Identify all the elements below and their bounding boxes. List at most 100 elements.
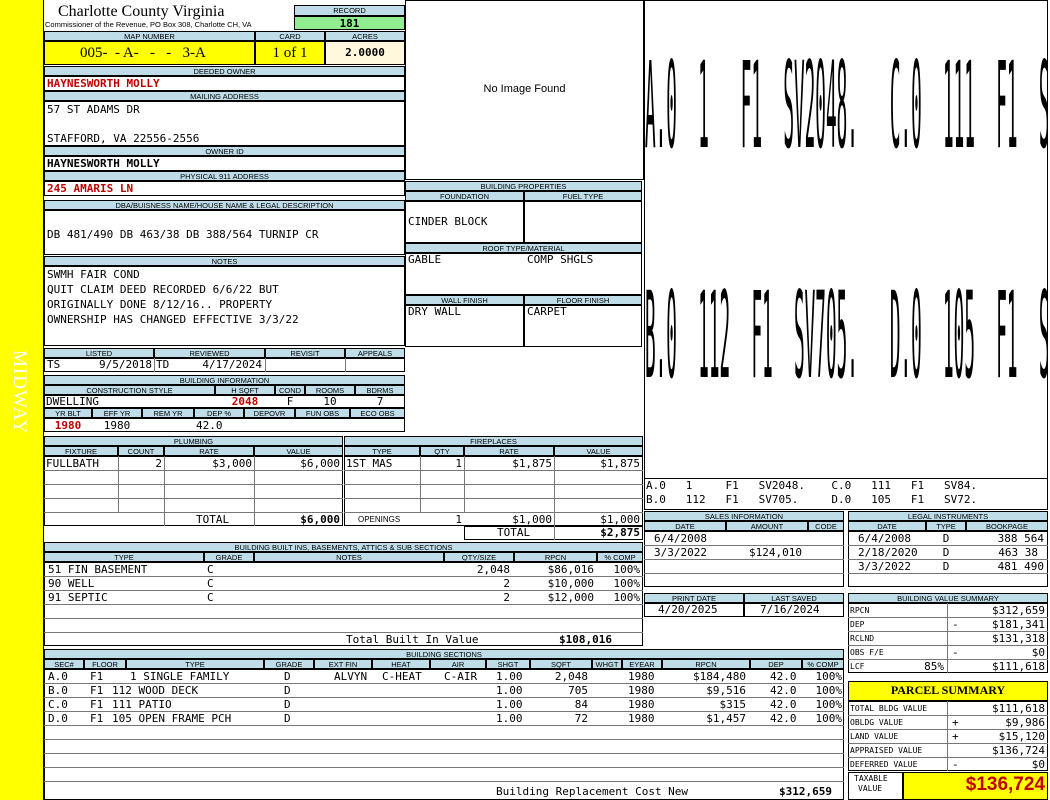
plumbing-total-label: TOTAL xyxy=(196,513,230,526)
divider xyxy=(44,484,343,485)
section-floor: F1 xyxy=(90,684,104,697)
acres-label: ACRES xyxy=(325,31,405,41)
builtins-total-label: Total Built In Value xyxy=(346,633,479,646)
fireplace-qty: 1 xyxy=(455,457,462,470)
section-eyear: 1980 xyxy=(628,670,655,683)
builtin-type: 91 SEPTIC xyxy=(48,591,108,604)
condition: F xyxy=(286,395,294,408)
sales-col: AMOUNT xyxy=(726,521,808,531)
builtins-col: TYPE xyxy=(44,552,204,562)
section-col: SEC# xyxy=(44,659,84,669)
section-sec: D.0 xyxy=(48,712,68,725)
section-comp: 100% xyxy=(815,712,843,725)
listed-by: TS xyxy=(47,358,61,371)
section-grade: D xyxy=(284,712,291,725)
section-grade: D xyxy=(284,698,291,711)
section-col: DEP xyxy=(750,659,802,669)
section-sqft: 72 xyxy=(574,712,588,725)
eff-yr-label: EFF YR xyxy=(92,408,142,418)
funobs-label: FUN OBS xyxy=(295,408,350,418)
section-sqft: 705 xyxy=(568,684,588,697)
divider xyxy=(154,358,155,372)
brcn-label: Building Replacement Cost New xyxy=(496,785,689,798)
fireplace-value: $1,875 xyxy=(600,457,640,470)
section-type: 1 SINGLE FAMILY xyxy=(130,670,230,683)
deeded-owner: HAYNESWORTH MOLLY xyxy=(47,77,160,90)
heated-sqft: 2048 xyxy=(231,395,259,408)
fuel-type-label: FUEL TYPE xyxy=(524,191,642,201)
last-saved: 7/16/2024 xyxy=(760,603,820,616)
section-air: C-AIR xyxy=(444,670,478,683)
divider xyxy=(344,498,643,499)
section-col: TYPE xyxy=(126,659,264,669)
revisit-label: REVISIT xyxy=(265,348,345,358)
section-ext: ALVYN xyxy=(334,670,368,683)
fuel-box xyxy=(524,201,642,243)
builtins-col: GRADE xyxy=(204,552,254,562)
section-dep: 42.0 xyxy=(770,712,797,725)
builtins-col: QTY/SIZE xyxy=(444,552,514,562)
section-col: EYEAR xyxy=(622,659,662,669)
floor-finish: CARPET xyxy=(527,305,567,318)
section-col: GRADE xyxy=(264,659,314,669)
section-rpcn: $9,516 xyxy=(706,684,746,697)
reviewed-label: REVIEWED xyxy=(154,348,265,358)
last-saved-label: LAST SAVED xyxy=(744,593,844,603)
divider xyxy=(44,725,844,726)
lcf-value: $111,618 xyxy=(992,660,1045,673)
divider xyxy=(44,781,844,782)
rpcn-label: RPCN xyxy=(850,606,870,615)
sale-date: 3/3/2022 xyxy=(654,546,707,559)
openings-qty: 1 xyxy=(455,513,462,526)
fireplace-type: 1ST MAS xyxy=(346,457,393,470)
section-comp: 100% xyxy=(815,670,843,683)
floor-finish-label: FLOOR FINISH xyxy=(524,295,642,305)
openings-label: OPENINGS xyxy=(358,515,401,524)
builtin-comp: 100% xyxy=(613,591,641,604)
section-sec: B.0 xyxy=(48,684,68,697)
section-grade: D xyxy=(284,684,291,697)
section-col: HEAT xyxy=(372,659,430,669)
total-bldg-value: $111,618 xyxy=(992,702,1045,715)
hsqft-label: H SQFT xyxy=(215,385,275,395)
building-information-label: BUILDING INFORMATION xyxy=(44,375,405,385)
legal-book: 463 38 xyxy=(998,546,1038,559)
deeded-owner-label: DEEDED OWNER xyxy=(44,66,405,76)
appraised-label: APPRAISED VALUE xyxy=(850,746,923,755)
appeals-label: APPEALS xyxy=(345,348,405,358)
fireplaces-label: FIREPLACES xyxy=(344,436,643,446)
section-col: SHGT xyxy=(486,659,530,669)
lcf-label: LCF xyxy=(850,662,865,671)
sketch-box: A.0 1 F1 SV2048. C.0 111 F1 SV84. B.0 11… xyxy=(644,0,1048,510)
section-sec: C.0 xyxy=(48,698,68,711)
divider xyxy=(265,358,266,372)
builtin-rpcn: $12,000 xyxy=(547,591,594,604)
physical-address-label: PHYSICAL 911 ADDRESS xyxy=(44,171,405,181)
bdrms-label: BDRMS xyxy=(355,385,405,395)
sketch-label-row2: B.0 112 F1 SV705. D.0 105 F1 SV72. xyxy=(645,271,1048,409)
card-number: 1 of 1 xyxy=(272,45,308,61)
rclnd-label: RCLND xyxy=(850,634,875,643)
section-eyear: 1980 xyxy=(628,684,655,697)
section-shgt: 1.00 xyxy=(496,684,523,697)
map-number-label: MAP NUMBER xyxy=(44,31,255,41)
record-label: RECORD xyxy=(294,5,405,16)
notes-line: ORIGINALLY DONE 8/12/16.. PROPERTY xyxy=(47,298,273,311)
listed-date: 9/5/2018 xyxy=(99,358,152,371)
legal-description-label: DBA/BUISNESS NAME/HOUSE NAME & LEGAL DES… xyxy=(44,200,405,210)
legal-instruments-label: LEGAL INSTRUMENTS xyxy=(848,511,1048,521)
listed-label: LISTED xyxy=(44,348,154,358)
section-col: FLOOR xyxy=(84,659,126,669)
value-summary-label: BUILDING VALUE SUMMARY xyxy=(848,593,1048,603)
reviewed-date: 4/17/2024 xyxy=(202,358,262,371)
mailing-address-label: MAILING ADDRESS xyxy=(44,91,405,101)
builtin-grade: C xyxy=(207,563,214,576)
county-title: Charlotte County Virginia xyxy=(58,3,225,20)
taxable-value: $136,724 xyxy=(965,774,1045,795)
section-sqft: 84 xyxy=(574,698,588,711)
section-floor: F1 xyxy=(90,712,104,725)
roof-label: ROOF TYPE/MATERIAL xyxy=(405,243,642,253)
yr-blt-label: YR BLT xyxy=(44,408,92,418)
fireplace-total: $2,875 xyxy=(600,526,640,539)
dep-value: $181,341 xyxy=(992,618,1045,631)
